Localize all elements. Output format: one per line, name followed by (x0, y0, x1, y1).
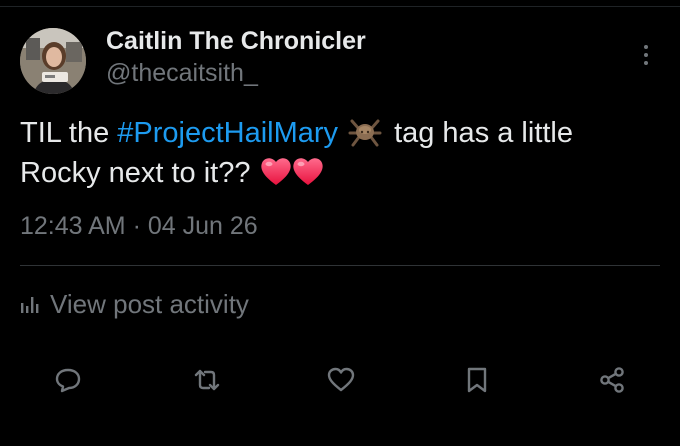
more-dot (644, 53, 648, 57)
repost-button[interactable] (185, 358, 229, 402)
like-button[interactable] (319, 358, 363, 402)
bookmark-icon (467, 367, 487, 393)
action-bar (0, 358, 680, 402)
more-dot (644, 61, 648, 65)
reply-button[interactable] (46, 358, 90, 402)
post-timestamp[interactable]: 12:43 AM · 04 Jun 26 (20, 212, 258, 241)
repost-arrows-icon (194, 369, 220, 391)
heart-emoji-icon (292, 158, 323, 185)
rocky-spider-emoji-icon (348, 119, 382, 147)
speech-bubble-icon (55, 368, 81, 393)
avatar[interactable] (20, 28, 86, 94)
analytics-bars-icon (21, 297, 39, 313)
more-dot (644, 45, 648, 49)
bookmark-button[interactable] (455, 358, 499, 402)
profile-photo-icon (20, 28, 86, 94)
heart-emoji-icon (260, 158, 291, 185)
view-post-activity-link[interactable]: View post activity (20, 286, 249, 322)
share-button[interactable] (590, 358, 634, 402)
view-post-activity-label: View post activity (50, 288, 249, 319)
top-divider (0, 6, 680, 7)
user-handle[interactable]: @thecaitsith_ (106, 59, 258, 88)
share-nodes-icon (600, 367, 624, 393)
post-detail: Caitlin The Chronicler @thecaitsith_ TIL… (0, 0, 680, 446)
post-text: TIL the #ProjectHailMary tag has a littl… (20, 113, 660, 193)
section-divider (20, 265, 660, 266)
more-options-button[interactable] (632, 38, 660, 72)
heart-outline-icon (327, 367, 355, 392)
hashtag-link[interactable]: #ProjectHailMary (117, 117, 338, 149)
post-text-prefix: TIL the (20, 117, 118, 149)
display-name[interactable]: Caitlin The Chronicler (106, 27, 366, 56)
